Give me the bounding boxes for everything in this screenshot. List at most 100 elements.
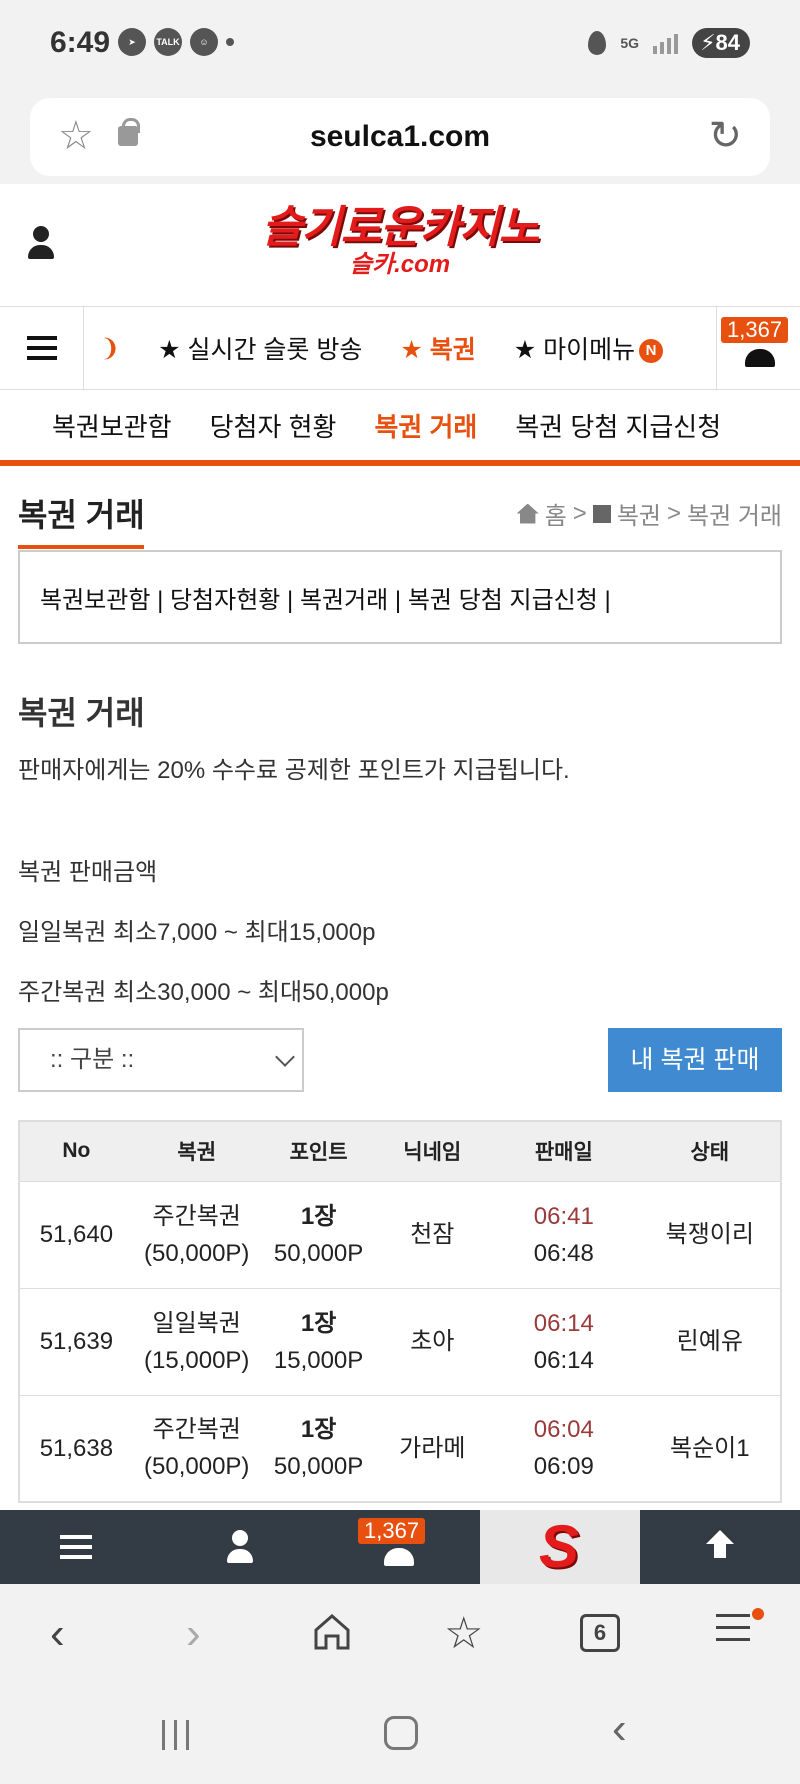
breadcrumb-section[interactable]: 복권 [617,496,661,531]
listed-time: 06:14 [533,1309,594,1337]
sold-time: 06:14 [533,1346,594,1374]
bell-icon [384,1548,414,1566]
points: 50,000P [273,1239,364,1267]
lottery-links[interactable]: 복권보관함 | 당첨자현황 | 복권거래 | 복권 당첨 지급신청 | [40,580,611,615]
breadcrumb-current: 복권 거래 [687,503,782,530]
url-text[interactable]: seulca1.com [30,120,770,154]
quantity: 1장 [300,1309,337,1337]
quantity: 1장 [300,1202,337,1230]
cell-lottery: 일일복권 (15,000P) [132,1288,261,1396]
subtab-winners[interactable]: 당첨자 현황 [210,407,337,444]
bottom-menu-icon[interactable] [60,1510,100,1584]
arrow-up-icon [706,1530,734,1558]
tabs-icon[interactable]: 6 [580,1614,620,1652]
site-bottom-toolbar: 1,367 S [0,1510,800,1584]
menu-hamburger-icon[interactable] [0,307,84,389]
cell-nickname[interactable]: 초아 [376,1288,489,1396]
lottery-links-box: 복권보관함 | 당첨자현황 | 복권거래 | 복권 당첨 지급신청 | [18,550,782,644]
table-row[interactable]: 51,638 주간복권 (50,000P) 1장 50,000P 가라메 06:04… [19,1395,781,1503]
col-no: No [19,1121,133,1182]
status-time: 6:49 [50,26,111,59]
cell-nickname[interactable]: 가라메 [376,1395,489,1503]
bottom-user-icon[interactable] [224,1510,256,1584]
nav-item-mymenu-label: ★ 마이메뉴 [513,336,636,364]
kakao-talk-icon: TALK [154,28,182,56]
col-points: 포인트 [260,1121,377,1182]
cell-status[interactable]: 린예유 [639,1288,781,1396]
status-notification-icons: ➤ TALK ☺ [118,28,234,56]
chevron-down-icon [275,1047,295,1067]
update-dot [752,1608,764,1620]
category-select-value: :: 구분 :: [50,1046,135,1073]
nav-item-live-slot[interactable]: ★ 실시간 슬롯 방송 [158,330,362,366]
sold-time: 06:09 [533,1453,594,1481]
subtab-trade[interactable]: 복권 거래 [374,407,477,444]
subtab-storage[interactable]: 복권보관함 [52,407,172,444]
cell-no: 51,639 [19,1288,133,1396]
lottery-kind: 주간복권 [152,1416,241,1444]
col-lottery: 복권 [132,1121,261,1182]
price-heading: 복권 판매금액 [18,859,158,886]
category-select[interactable]: :: 구분 :: [18,1028,304,1092]
lottery-kind-points: (15,000P) [144,1346,250,1374]
forward-icon[interactable]: › [186,1612,201,1656]
nav-scroll-left-icon[interactable]: ❩ [100,334,120,363]
sold-time: 06:48 [533,1239,594,1267]
sell-my-lottery-button[interactable]: 내 복권 판매 [608,1028,782,1092]
nav-item-mymenu[interactable]: ★ 마이메뉴 N [513,330,664,366]
lottery-kind: 주간복권 [152,1202,241,1230]
android-home-icon[interactable] [384,1716,418,1750]
site-header: 슬기로운카지노 슬카.com [0,184,800,306]
notification-bell-button[interactable]: 1,367 [716,307,800,389]
page-title: 복권 거래 [18,497,145,533]
cell-no: 51,638 [19,1395,133,1503]
face-icon: ☺ [190,28,218,56]
breadcrumb-separator: > [572,499,587,527]
breadcrumb-home[interactable]: 홈 [545,496,567,531]
location-icon [588,31,607,55]
weekly-price-range: 주간복권 최소30,000 ~ 최대50,000p [18,979,389,1006]
bookmarks-icon[interactable]: ☆ [444,1612,483,1656]
col-status: 상태 [639,1121,781,1182]
browser-menu-icon[interactable] [716,1614,750,1641]
col-sale-date: 판매일 [488,1121,640,1182]
network-5g-icon: 5G [620,35,640,51]
cell-sale-date: 06:04 06:09 [488,1395,640,1503]
cell-nickname[interactable]: 천잠 [376,1181,489,1289]
subtab-payout-request[interactable]: 복권 당첨 지급신청 [515,407,721,444]
signal-icon [653,32,679,54]
notification-count-badge: 1,367 [721,317,789,343]
title-underline [18,545,144,549]
lottery-subtabs: 복권보관함 당첨자 현황 복권 거래 복권 당첨 지급신청 [0,390,800,466]
back-icon[interactable]: ‹ [50,1612,65,1656]
cell-lottery: 주간복권 (50,000P) [132,1181,261,1289]
breadcrumb: 홈 > 복권 > 복권 거래 [516,496,782,531]
bottom-bell-button[interactable]: 1,367 [358,1510,426,1584]
bottom-home-logo[interactable]: S [480,1510,640,1584]
scroll-top-button[interactable] [700,1510,740,1584]
battery-icon: ⚡84 [692,28,750,58]
status-system-icons: 5G ⚡84 [588,28,750,58]
recent-apps-icon[interactable] [162,1720,189,1750]
listed-time: 06:41 [533,1202,594,1230]
bottom-notification-count: 1,367 [358,1518,426,1544]
site-logo[interactable]: 슬기로운카지노 슬카.com [260,204,540,278]
home-icon[interactable] [516,503,539,524]
table-row[interactable]: 51,639 일일복권 (15,000P) 1장 15,000P 초아 06:14 0… [19,1288,781,1396]
nav-item-lottery[interactable]: ★ 복권 [400,330,475,366]
lottery-kind-points: (50,000P) [144,1239,250,1267]
home-icon[interactable] [312,1612,352,1652]
address-bar[interactable]: ☆ seulca1.com ↻ [30,98,770,176]
reload-icon[interactable]: ↻ [708,116,742,156]
cell-lottery: 주간복권 (50,000P) [132,1395,261,1503]
nav-scroll: ❩ ★ 실시간 슬롯 방송 ★ 복권 ★ 마이메뉴 N [100,307,701,389]
table-row[interactable]: 51,640 주간복권 (50,000P) 1장 50,000P 천잠 06:41 0… [19,1181,781,1289]
user-icon[interactable] [28,226,54,262]
android-back-icon[interactable]: ‹ [612,1704,627,1754]
cell-no: 51,640 [19,1181,133,1289]
cell-status[interactable]: 복순이1 [639,1395,781,1503]
cell-status[interactable]: 북쟁이리 [639,1181,781,1289]
browser-url-area: ☆ seulca1.com ↻ [0,92,800,184]
daily-price-range: 일일복권 최소7,000 ~ 최대15,000p [18,919,376,946]
logo-subtext: 슬카.com [349,251,451,278]
